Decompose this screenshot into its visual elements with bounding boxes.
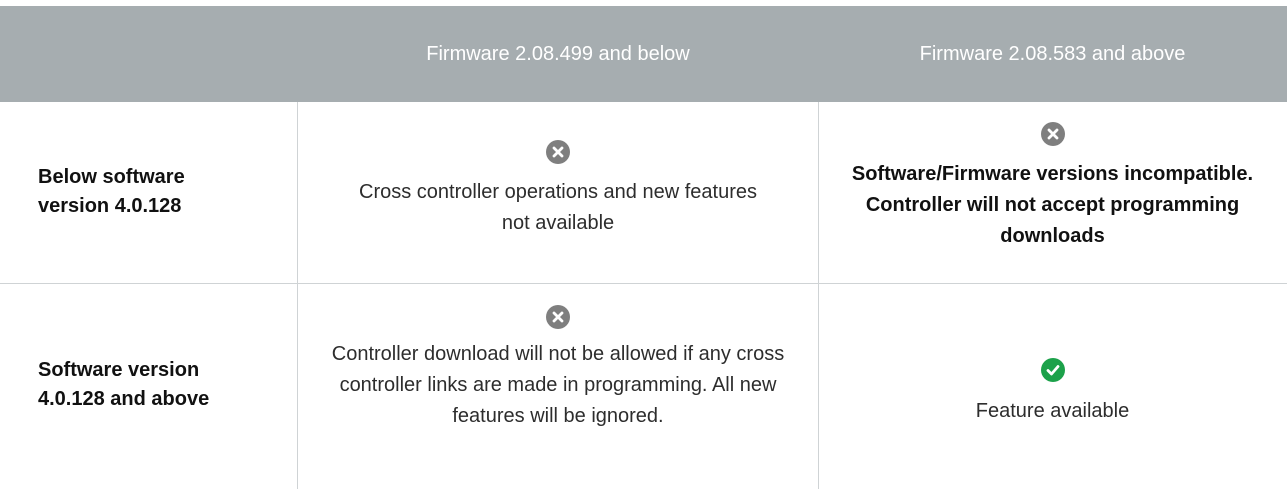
cell-text-bold: Software/Firmware versions incompatible.… [851, 163, 1254, 247]
x-circle-icon [546, 140, 570, 164]
header-firmware-above: Firmware 2.08.583 and above [919, 42, 1186, 65]
x-circle-icon [546, 305, 570, 329]
row-label-software-above: Software version 4.0.128 and above [38, 359, 210, 410]
cell-row1-firmware-above: Software/Firmware versions incompatible.… [818, 122, 1287, 252]
cell-row1-firmware-below: Cross controller operations and new feat… [298, 140, 818, 239]
cell-row2-firmware-below: Controller download will not be allowed … [298, 305, 818, 432]
x-circle-icon [1040, 122, 1065, 146]
cell-text: Controller download will not be allowed … [331, 343, 785, 427]
cell-text: Feature available [975, 400, 1130, 422]
cell-text: Cross controller operations and new feat… [359, 181, 757, 234]
row-label-below-software: Below software version 4.0.128 [38, 166, 185, 217]
header-cell-empty [0, 6, 298, 102]
table-header: Firmware 2.08.499 and below Firmware 2.0… [0, 6, 1287, 102]
header-firmware-below: Firmware 2.08.499 and below [426, 42, 690, 65]
row-divider [0, 283, 1287, 284]
cell-row2-firmware-above: Feature available [818, 358, 1287, 427]
compatibility-table: Firmware 2.08.499 and below Firmware 2.0… [0, 0, 1287, 489]
check-circle-icon [1040, 358, 1065, 382]
